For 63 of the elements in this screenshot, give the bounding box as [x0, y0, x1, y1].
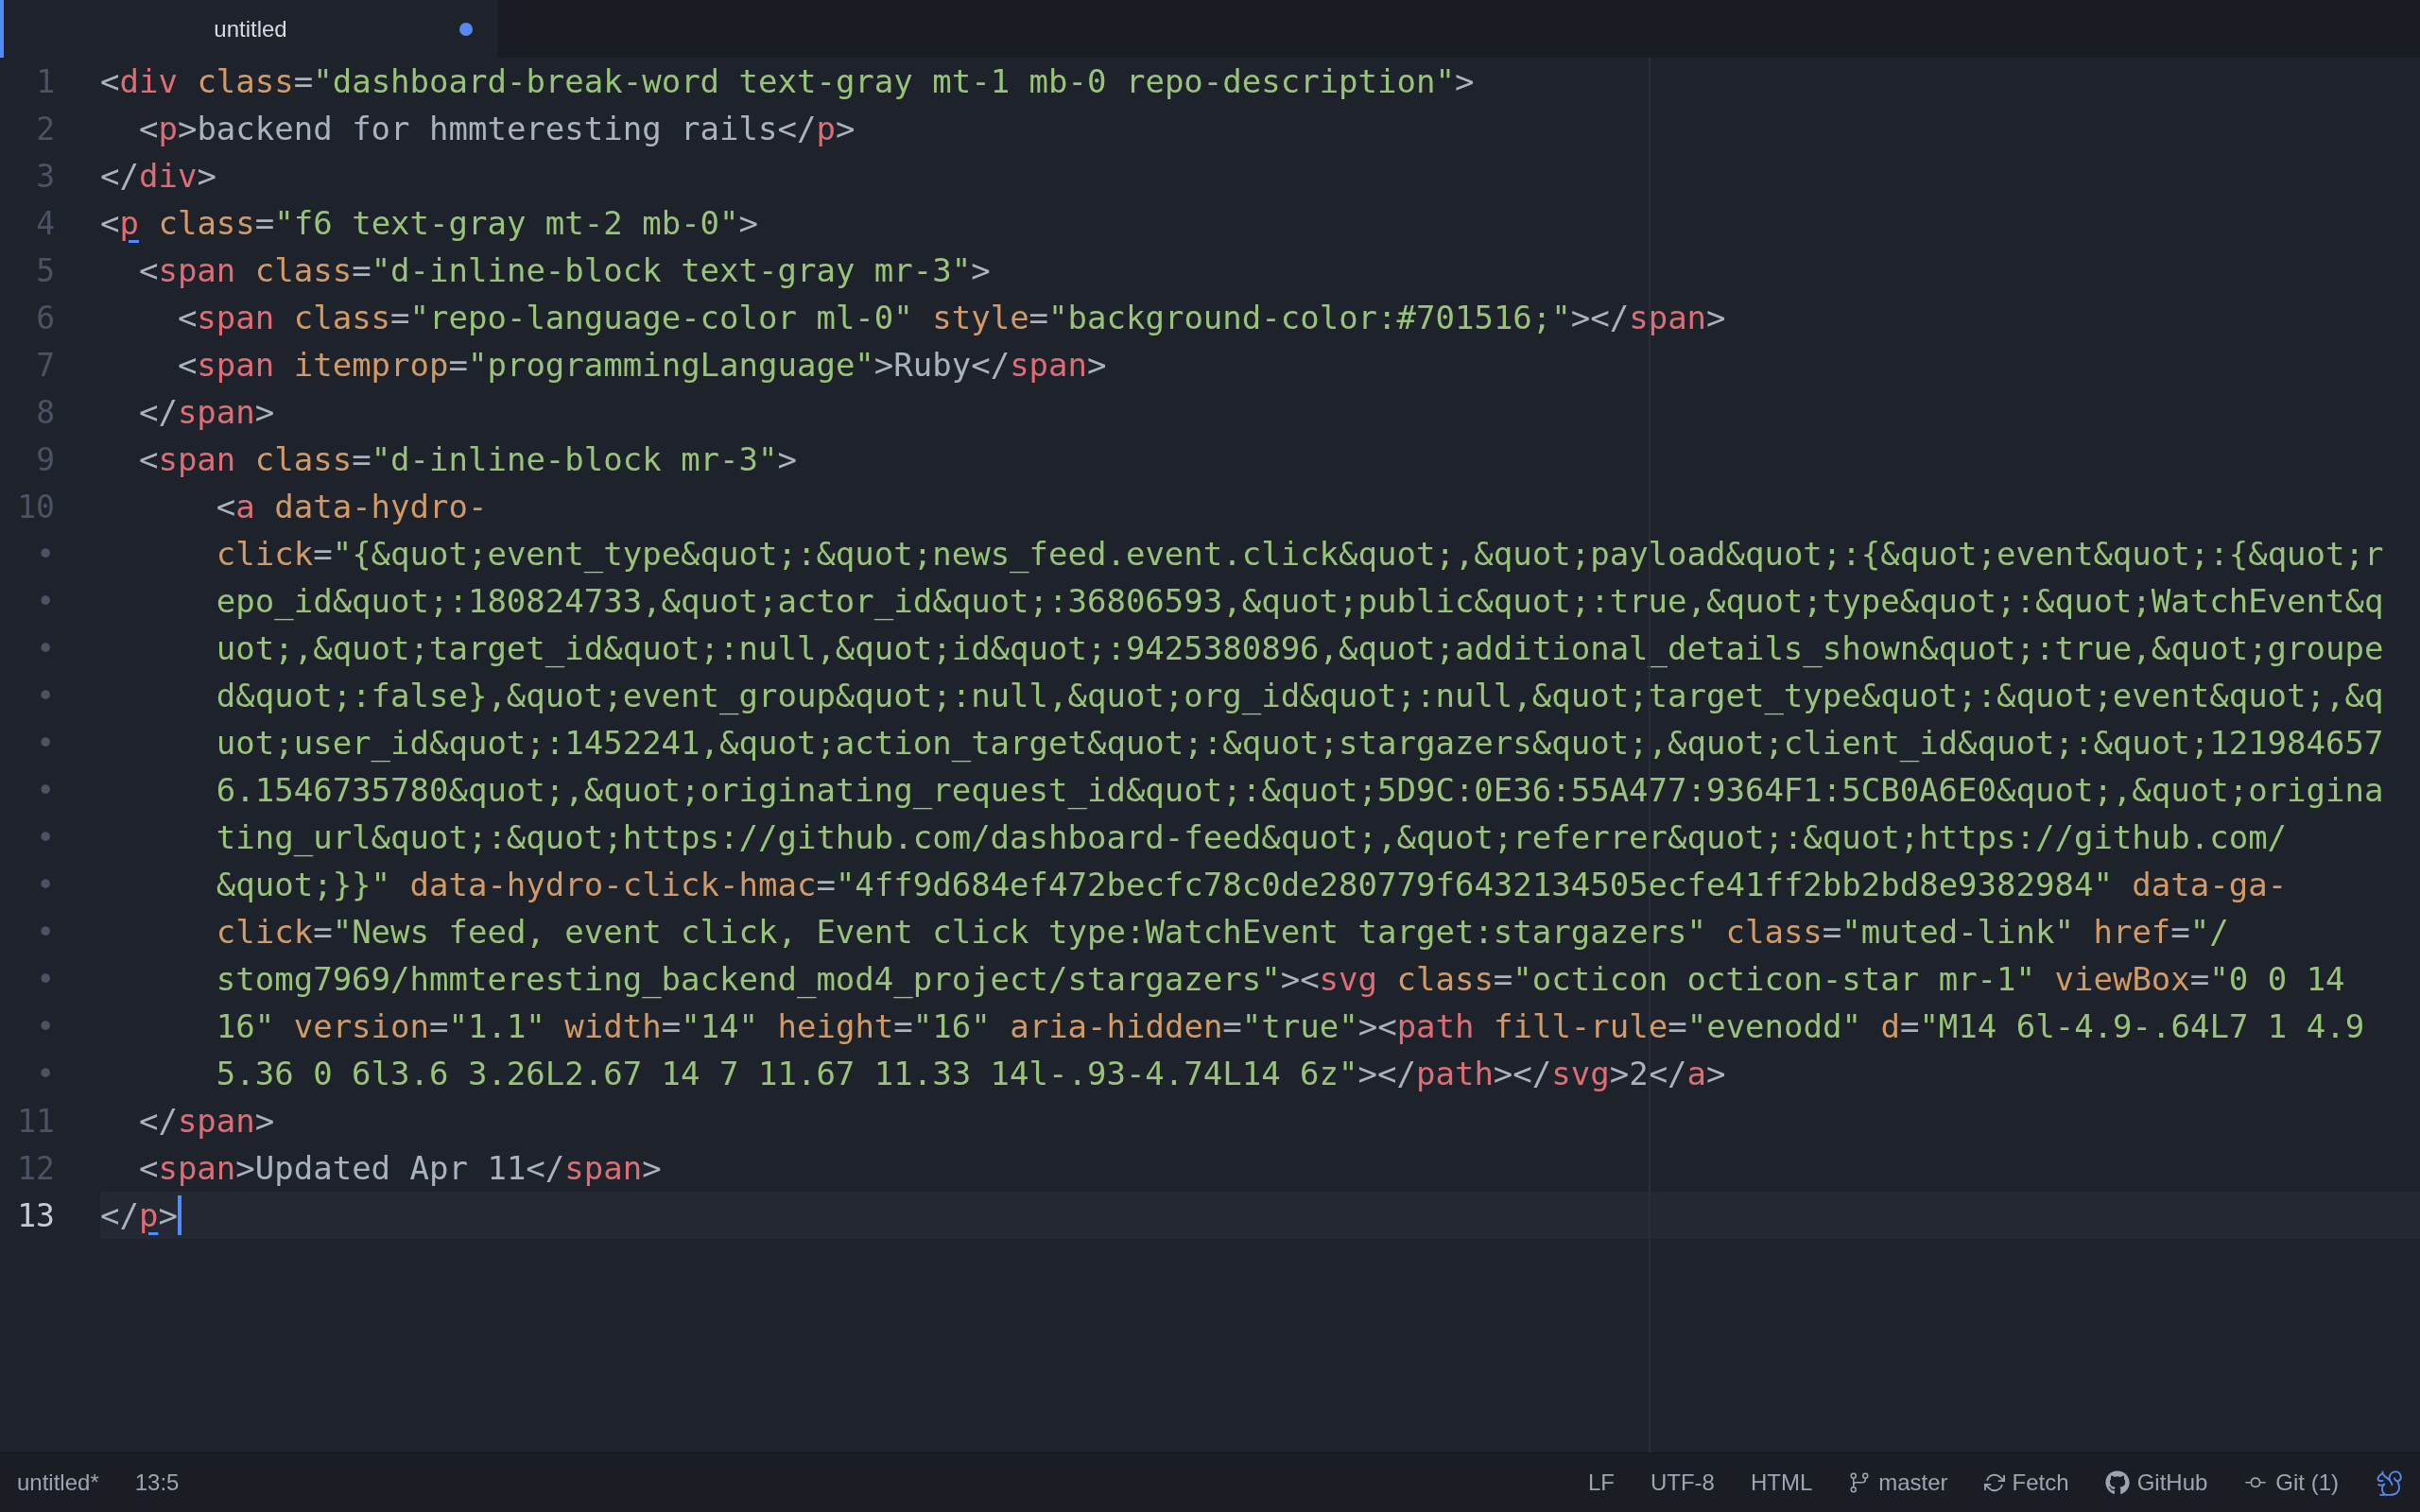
line-number: •: [35, 677, 55, 714]
line-number: 1: [35, 62, 55, 100]
code-line: <span>Updated Apr 11</span>: [137, 1149, 662, 1187]
squirrel-icon[interactable]: [2375, 1469, 2403, 1497]
refresh-icon: [1983, 1472, 2005, 1493]
line-number: •: [35, 724, 55, 762]
line-number: •: [35, 960, 55, 998]
code-line: </span>: [137, 393, 275, 431]
code-line: <div class="dashboard-break-word text-gray mt-1 mb-0 repo-description">: [100, 62, 1475, 100]
line-number: •: [35, 866, 55, 903]
line-number: 8: [35, 393, 55, 431]
status-item[interactable]: Fetch: [2012, 1469, 2069, 1496]
line-number: 11: [16, 1102, 55, 1140]
code-line: uot;user_id&quot;:1452241,&quot;action_target&quot;:&quot;stargazers&quot;,&quot;client_id&quot;:&quot;121984657: [215, 724, 2384, 762]
code-line: click="{&quot;event_type&quot;:&quot;news_feed.event.click&quot;,&quot;payload&quot;:{&quot;event&quot;:{&quot;r: [215, 535, 2384, 573]
status-item[interactable]: untitled*: [17, 1469, 99, 1496]
code-line: <span class="repo-language-color ml-0" style="background-color:#701516;"></span>: [176, 299, 1726, 336]
editor-tab[interactable]: untitled: [4, 0, 497, 58]
code-line: </span>: [137, 1102, 275, 1140]
line-number: 2: [35, 110, 55, 147]
status-item[interactable]: GitHub: [2136, 1469, 2208, 1496]
code-line: <a data-hydro-: [215, 488, 488, 525]
line-number: 13: [16, 1196, 55, 1234]
line-number: 7: [35, 346, 55, 384]
code-line: <p>backend for hmmteresting rails</p>: [137, 110, 856, 147]
code-line: <span class="d-inline-block text-gray mr-3">: [137, 251, 991, 289]
code-line: <span itemprop="programmingLanguage">Ruby</span>: [176, 346, 1107, 384]
line-number: 12: [16, 1149, 55, 1187]
line-number: •: [35, 818, 55, 856]
code-line: uot;,&quot;target_id&quot;:null,&quot;id&quot;:9425380896,&quot;additional_details_shown&quot;:true,&quot;groupe: [215, 629, 2384, 667]
octocat-icon: [2104, 1470, 2130, 1495]
line-number: •: [35, 1007, 55, 1045]
line-number: 9: [35, 440, 55, 478]
line-number: 5: [35, 251, 55, 289]
status-item[interactable]: Git (1): [2275, 1469, 2339, 1496]
line-number: •: [35, 1055, 55, 1092]
line-number: 3: [35, 157, 55, 195]
line-number: 6: [35, 299, 55, 336]
status-item[interactable]: LF: [1587, 1469, 1615, 1496]
line-number: •: [35, 771, 55, 809]
status-item[interactable]: 13:5: [134, 1469, 180, 1496]
code-line: &quot;}}" data-hydro-click-hmac="4ff9d684ef472becfc78c0de280779f6432134505ecfe41ff2bb2bd8e9382984" data-ga-: [215, 866, 2288, 903]
line-number: 10: [16, 488, 55, 525]
status-item[interactable]: HTML: [1750, 1469, 1813, 1496]
line-number: •: [35, 582, 55, 620]
line-number: •: [35, 913, 55, 951]
code-line: 16" version="1.1" width="14" height="16" aria-hidden="true"><path fill-rule="evenodd" d="M14 6l-4.9-.64L7 1 4.9: [215, 1007, 2365, 1045]
code-line: 5.36 0 6l3.6 3.26L2.67 14 7 11.67 11.33 14l-.93-4.74L14 6z"></path></svg>2</a>: [215, 1055, 1726, 1092]
code-line: 6.1546735780&quot;,&quot;originating_request_id&quot;:&quot;5D9C:0E36:55A477:9364F1:5CB0A6E0&quot;,&quot;origina: [215, 771, 2384, 809]
code-line: click="News feed, event click, Event click type:WatchEvent target:stargazers" class="muted-link" href="/: [215, 913, 2229, 951]
status-item[interactable]: UTF-8: [1650, 1469, 1715, 1496]
code-line: ting_url&quot;:&quot;https://github.com/dashboard-feed&quot;,&quot;referrer&quot;:&quot;https://github.com/: [215, 818, 2288, 856]
code-line: stomg7969/hmmteresting_backend_mod4_project/stargazers"><svg class="octicon octicon-star mr-1" viewBox="0 0 14: [215, 960, 2345, 998]
line-number: •: [35, 629, 55, 667]
line-number: 4: [35, 204, 55, 242]
code-line: </p>: [100, 1195, 182, 1235]
code-line: <p class="f6 text-gray mt-2 mb-0">: [100, 204, 759, 242]
status-item[interactable]: master: [1878, 1469, 1948, 1496]
code-line: <span class="d-inline-block mr-3">: [137, 440, 797, 478]
code-line: d&quot;:false},&quot;event_group&quot;:null,&quot;org_id&quot;:null,&quot;target_type&quot;:&quot;event&quot;,&q: [215, 677, 2384, 714]
code-line: </div>: [100, 157, 216, 195]
code-line: epo_id&quot;:180824733,&quot;actor_id&quot;:36806593,&quot;public&quot;:true,&quot;type&quot;:&quot;WatchEvent&q: [215, 582, 2384, 620]
line-number: •: [35, 535, 55, 573]
